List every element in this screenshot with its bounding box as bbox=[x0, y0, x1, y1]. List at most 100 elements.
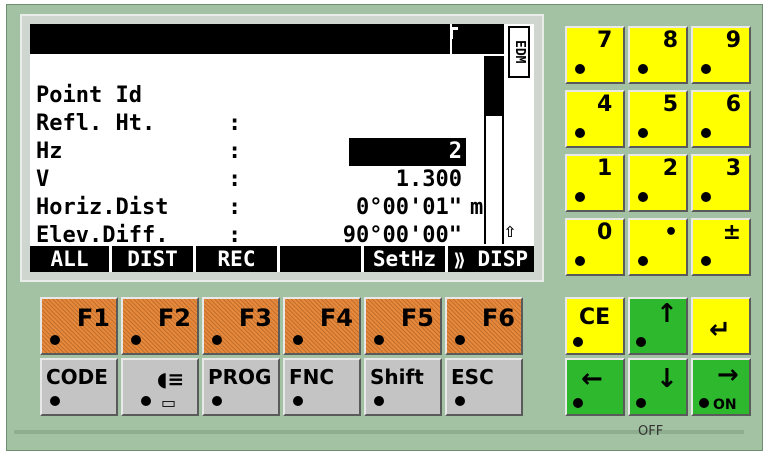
right-arrow-icon: → bbox=[717, 360, 739, 390]
function-key-label: F2 bbox=[157, 304, 191, 332]
bracket-mark bbox=[450, 27, 458, 39]
ce-label: CE bbox=[579, 305, 611, 330]
function-key-f6[interactable]: F6 bbox=[445, 297, 523, 355]
function-key-f1[interactable]: F1 bbox=[40, 297, 118, 355]
numpad-key-7[interactable]: 7 bbox=[565, 26, 625, 84]
key-dot bbox=[701, 192, 711, 202]
ce-key[interactable]: CE bbox=[565, 297, 625, 355]
function-key-label: F1 bbox=[76, 304, 110, 332]
key-dot bbox=[699, 398, 709, 408]
edm-icon: EDM bbox=[508, 26, 530, 78]
numpad-key-label: 9 bbox=[725, 28, 741, 53]
disp-prefix-icon: ⟫ bbox=[453, 250, 465, 271]
bottom-key-label: CODE bbox=[46, 365, 108, 389]
key-dot bbox=[638, 64, 648, 74]
bottom-key-label: ESC bbox=[451, 365, 494, 389]
key-dot bbox=[374, 335, 384, 345]
screen-title-bar: MEAS\ Measure & Record bbox=[30, 24, 450, 111]
softkey-sethz[interactable]: SetHz bbox=[364, 246, 448, 272]
numpad-key-8[interactable]: 8 bbox=[628, 26, 688, 84]
numpad-key-9[interactable]: 9 bbox=[691, 26, 751, 84]
row-hz: Hz : 0°00'01" bbox=[36, 110, 486, 220]
softkey-bar: ALL DIST REC SetHz ⟫ DISP bbox=[30, 246, 534, 272]
softkey-empty[interactable] bbox=[280, 246, 364, 272]
key-dot bbox=[141, 396, 151, 406]
softkey-rec[interactable]: REC bbox=[196, 246, 280, 272]
key-dot bbox=[638, 256, 648, 266]
numpad-key-label: 0 bbox=[597, 220, 613, 245]
key-dot bbox=[293, 396, 303, 406]
scrollbar[interactable] bbox=[484, 56, 504, 244]
scroll-up-arrow-icon: ⇧ bbox=[504, 218, 517, 242]
function-key-label: F5 bbox=[400, 304, 434, 332]
function-key-label: F6 bbox=[481, 304, 515, 332]
bottom-key-label: FNC bbox=[289, 365, 335, 389]
up-arrow-key[interactable]: ↑ bbox=[628, 297, 688, 355]
up-arrow-icon: ↑ bbox=[656, 299, 678, 329]
numpad-key-3[interactable]: 3 bbox=[691, 154, 751, 212]
fnc-key[interactable]: FNC bbox=[283, 358, 361, 416]
enter-key[interactable]: ↵ bbox=[691, 297, 751, 355]
numpad-key-1[interactable]: 1 bbox=[565, 154, 625, 212]
key-dot bbox=[374, 396, 384, 406]
key-dot bbox=[212, 335, 222, 345]
numpad-key-5[interactable]: 5 bbox=[628, 90, 688, 148]
key-dot bbox=[636, 398, 646, 408]
numpad-key-label: 2 bbox=[662, 156, 678, 181]
function-key-f5[interactable]: F5 bbox=[364, 297, 442, 355]
scrollbar-thumb[interactable] bbox=[486, 56, 502, 116]
key-dot bbox=[701, 256, 711, 266]
function-key-f4[interactable]: F4 bbox=[283, 297, 361, 355]
numpad-key-label: ± bbox=[722, 220, 741, 245]
key-dot bbox=[575, 64, 585, 74]
function-key-f2[interactable]: F2 bbox=[121, 297, 199, 355]
lcd-screen: MEAS\ Measure & Record EDM Point Id : 2 … bbox=[30, 24, 534, 272]
key-dot bbox=[131, 335, 141, 345]
key-dot bbox=[455, 396, 465, 406]
key-dot bbox=[575, 192, 585, 202]
on-label: ON bbox=[713, 397, 737, 413]
numpad-key-2[interactable]: 2 bbox=[628, 154, 688, 212]
row-elev-diff: Elev.Diff. : ----- m bbox=[36, 194, 486, 272]
target-key[interactable]: ◖≡ ▭ bbox=[121, 358, 199, 416]
bottom-key-label: PROG bbox=[208, 365, 272, 389]
key-dot bbox=[636, 337, 646, 347]
key-dot bbox=[573, 337, 583, 347]
prog-key[interactable]: PROG bbox=[202, 358, 280, 416]
softkey-disp[interactable]: ⟫ DISP bbox=[448, 246, 534, 272]
numpad-key-label: 5 bbox=[662, 92, 678, 117]
key-dot bbox=[293, 335, 303, 345]
numpad-key-4[interactable]: 4 bbox=[565, 90, 625, 148]
key-dot bbox=[575, 128, 585, 138]
key-dot bbox=[638, 192, 648, 202]
numpad-key-label: 3 bbox=[725, 156, 741, 181]
function-key-f3[interactable]: F3 bbox=[202, 297, 280, 355]
softkey-all[interactable]: ALL bbox=[30, 246, 112, 272]
row-point-id[interactable]: Point Id : 2 bbox=[36, 54, 486, 166]
shift-key[interactable]: Shift bbox=[364, 358, 442, 416]
code-key[interactable]: CODE bbox=[40, 358, 118, 416]
function-key-label: F4 bbox=[319, 304, 353, 332]
right-arrow-on-key[interactable]: → ON bbox=[691, 358, 751, 416]
bottom-key-label: Shift bbox=[370, 365, 424, 389]
envelope-icon: ▭ bbox=[161, 393, 177, 412]
down-arrow-icon: ↓ bbox=[656, 364, 678, 394]
row-v: V : 90°00'00" bbox=[36, 138, 486, 248]
numpad-key-plus-minus[interactable]: ± bbox=[691, 218, 751, 276]
key-dot bbox=[212, 396, 222, 406]
left-arrow-icon: ← bbox=[581, 364, 603, 394]
numpad-key-decimal-point[interactable]: • bbox=[628, 218, 688, 276]
softkey-disp-label: DISP bbox=[464, 247, 529, 271]
numpad-key-label: • bbox=[663, 220, 678, 245]
numpad-key-label: 7 bbox=[597, 28, 613, 53]
row-refl-ht[interactable]: Refl. Ht. : 1.300 m bbox=[36, 82, 486, 220]
key-dot bbox=[50, 335, 60, 345]
numpad-key-0[interactable]: 0 bbox=[565, 218, 625, 276]
softkey-dist[interactable]: DIST bbox=[112, 246, 196, 272]
numpad-key-6[interactable]: 6 bbox=[691, 90, 751, 148]
left-arrow-key[interactable]: ← bbox=[565, 358, 625, 416]
esc-key[interactable]: ESC bbox=[445, 358, 523, 416]
enter-icon: ↵ bbox=[709, 315, 731, 345]
key-dot bbox=[575, 256, 585, 266]
down-arrow-key[interactable]: ↓ bbox=[628, 358, 688, 416]
